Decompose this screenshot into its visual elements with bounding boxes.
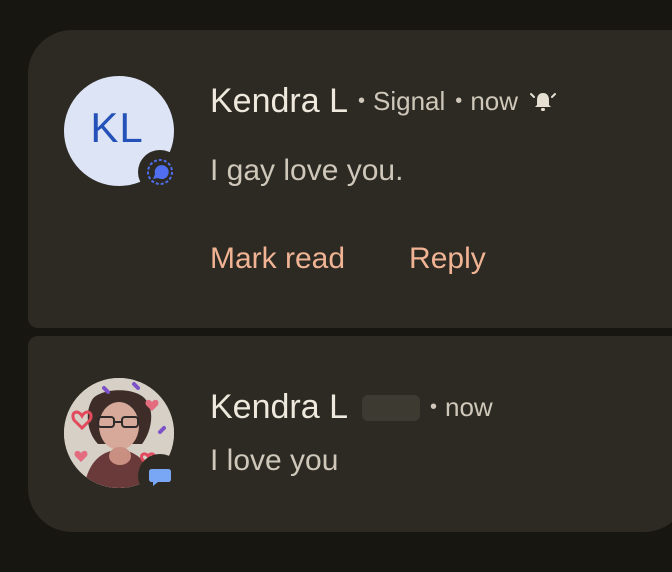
message-text: I gay love you. xyxy=(210,154,404,187)
separator-dot: • xyxy=(430,396,438,418)
timestamp: now xyxy=(445,392,493,422)
sender-name: Kendra L xyxy=(210,82,348,120)
avatar-initials: KL xyxy=(90,104,144,151)
notification-signal[interactable]: KL Kendra L • Signal • now I gay love yo… xyxy=(28,30,672,328)
separator-dot: • xyxy=(455,90,463,112)
notification-header: Kendra L • Signal • now xyxy=(210,82,557,121)
notification-shade: KL Kendra L • Signal • now I gay love yo… xyxy=(0,0,672,572)
notification-messages[interactable]: Kendra L • now I love you xyxy=(28,336,672,532)
messages-chat-icon xyxy=(138,454,182,498)
separator-dot: • xyxy=(358,90,366,112)
notification-header: Kendra L • now xyxy=(210,388,493,427)
mark-read-button[interactable]: Mark read xyxy=(210,242,345,276)
message-text: I love you xyxy=(210,444,339,477)
app-name: Signal xyxy=(373,86,446,116)
alert-bell-icon xyxy=(530,89,557,115)
reply-button[interactable]: Reply xyxy=(409,242,486,276)
timestamp: now xyxy=(470,86,519,116)
sender-name: Kendra L xyxy=(210,388,348,426)
redacted-block xyxy=(362,394,420,421)
notification-actions: Mark read Reply xyxy=(210,242,486,276)
signal-chat-icon xyxy=(138,150,182,194)
